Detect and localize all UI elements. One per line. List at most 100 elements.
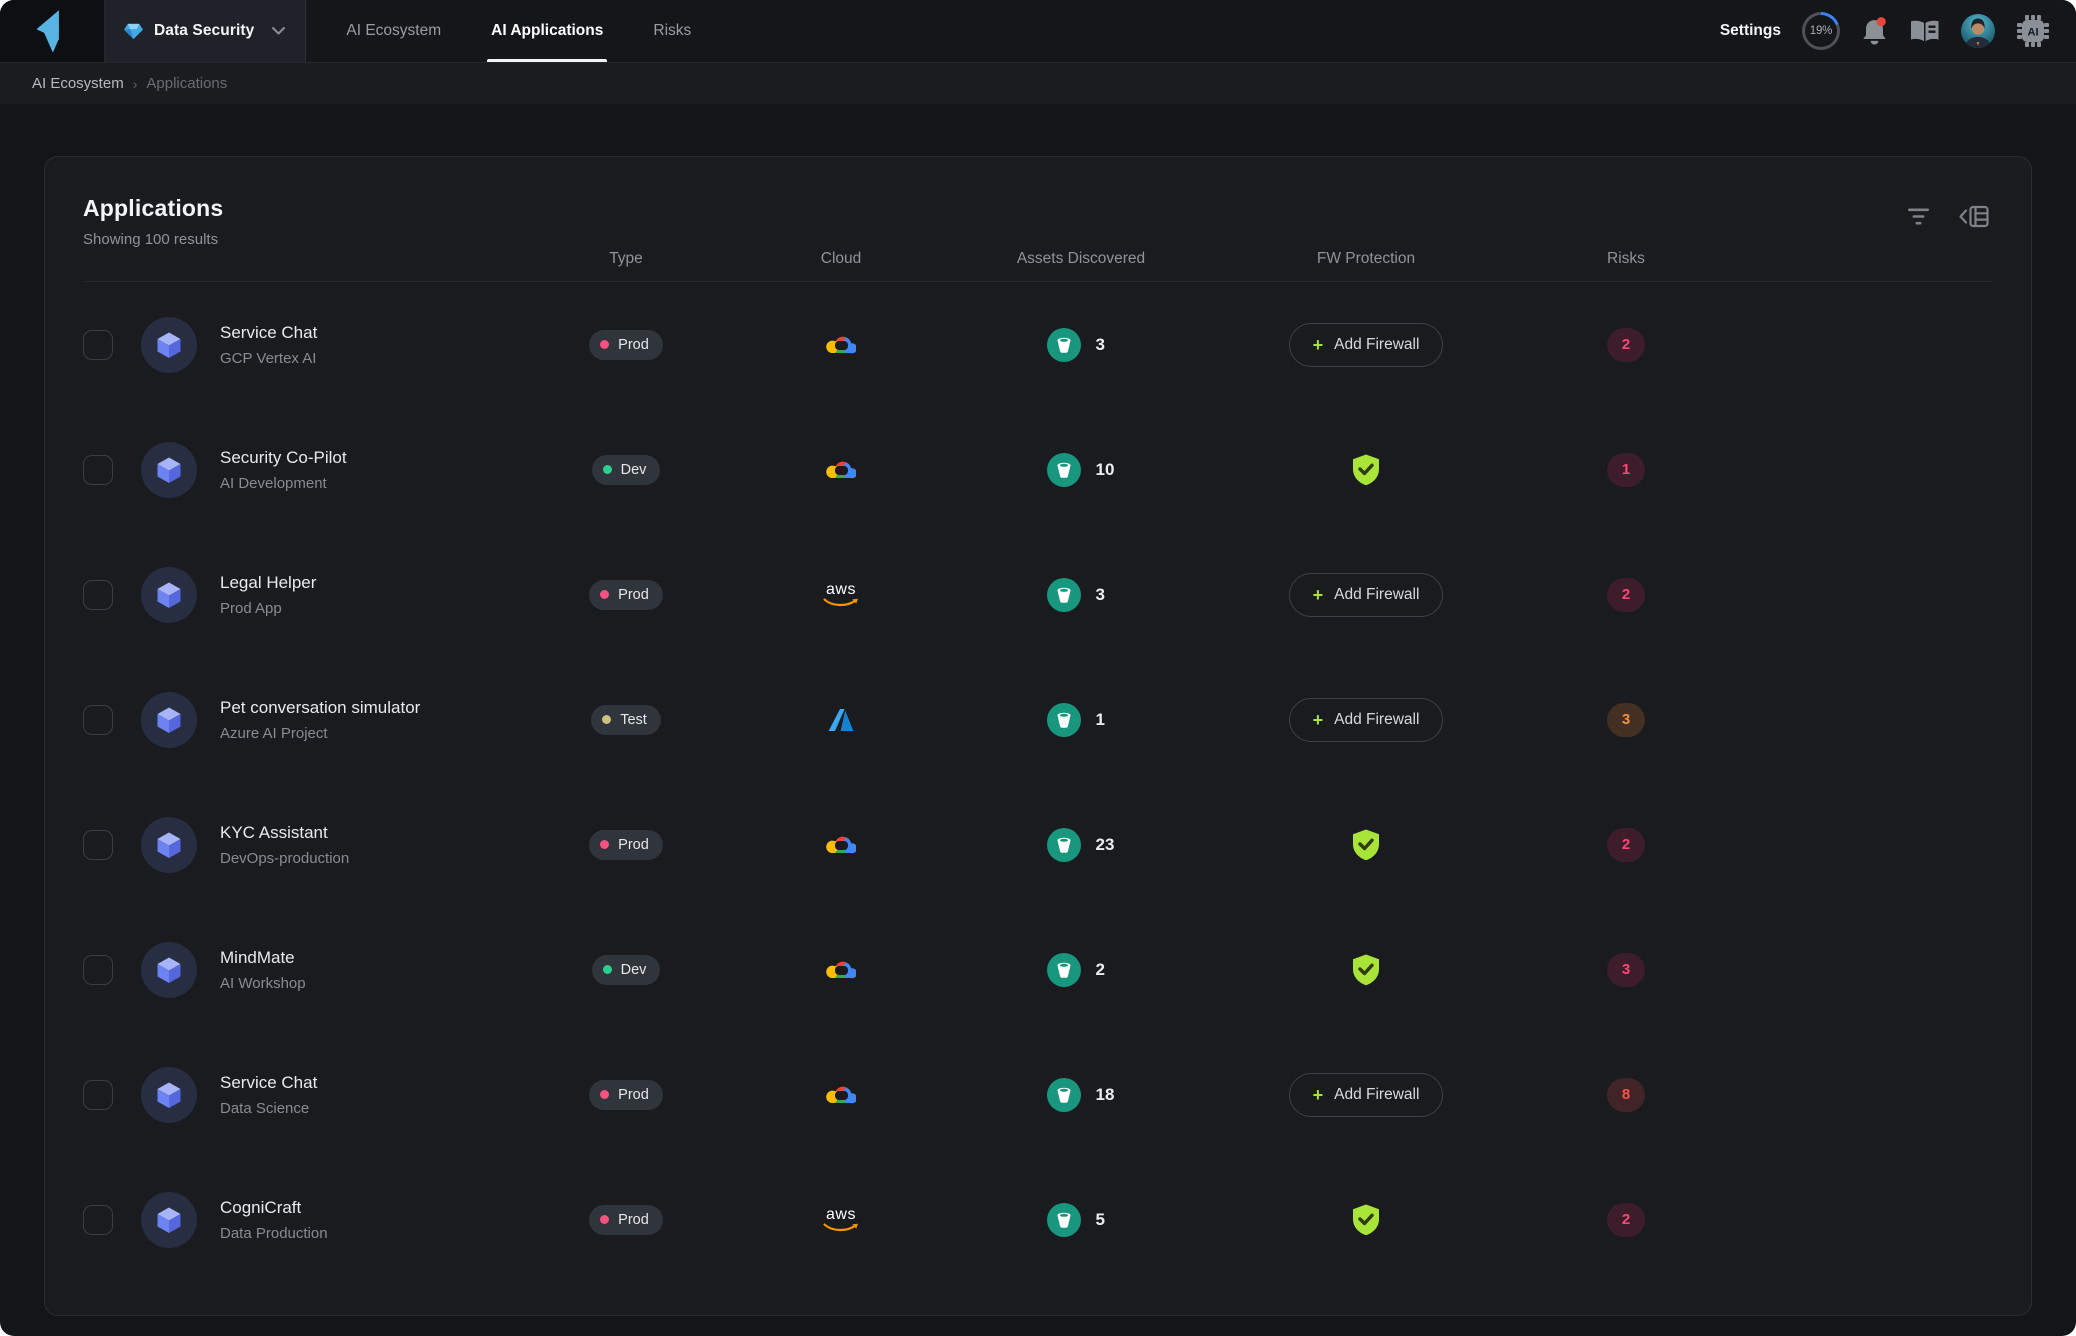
table-row: MindMate AI Workshop Dev — [83, 907, 1993, 1032]
card-header: Applications Showing 100 results — [83, 157, 1993, 248]
risk-count-badge[interactable]: 8 — [1607, 1078, 1645, 1112]
row-checkbox[interactable] — [83, 1080, 113, 1110]
gcp-cloud-icon — [826, 457, 856, 482]
add-firewall-button[interactable]: + Add Firewall — [1289, 1073, 1444, 1117]
shield-check-icon — [1351, 828, 1381, 862]
add-firewall-button[interactable]: + Add Firewall — [1289, 323, 1444, 367]
brand-logo-icon — [33, 8, 71, 54]
column-header-type[interactable]: Type — [511, 250, 741, 268]
breadcrumb-separator: › — [133, 76, 138, 92]
row-checkbox[interactable] — [83, 330, 113, 360]
breadcrumb-applications: Applications — [146, 75, 227, 92]
main-content: Applications Showing 100 results — [0, 104, 2076, 1316]
topbar-right: Settings 19% — [1720, 0, 2076, 62]
type-label: Prod — [618, 337, 649, 353]
app-description: Data Production — [220, 1225, 328, 1242]
risk-count-badge[interactable]: 3 — [1607, 953, 1645, 987]
app-name[interactable]: Service Chat — [220, 1073, 317, 1093]
assets-count: 23 — [1096, 835, 1116, 855]
type-dot-icon — [602, 715, 611, 724]
column-header-cloud[interactable]: Cloud — [741, 250, 941, 268]
type-dot-icon — [600, 1215, 609, 1224]
bucket-icon — [1047, 1078, 1081, 1112]
table-row: KYC Assistant DevOps-production Prod — [83, 782, 1993, 907]
add-firewall-button[interactable]: + Add Firewall — [1289, 573, 1444, 617]
brand-logo-icon[interactable] — [0, 0, 105, 62]
user-avatar[interactable] — [1961, 14, 1995, 48]
risk-count-badge[interactable]: 2 — [1607, 578, 1645, 612]
tab-ai-applications[interactable]: AI Applications — [491, 0, 603, 62]
type-badge: Test — [591, 705, 661, 735]
settings-link[interactable]: Settings — [1720, 22, 1781, 40]
table-row: Security Co-Pilot AI Development Dev — [83, 407, 1993, 532]
column-header-risks[interactable]: Risks — [1511, 250, 1741, 268]
app-window: Data Security AI Ecosystem AI Applicatio… — [0, 0, 2076, 1336]
column-header-assets-discovered[interactable]: Assets Discovered — [941, 250, 1221, 268]
breadcrumb-ai-ecosystem[interactable]: AI Ecosystem — [32, 75, 124, 92]
risk-count-badge[interactable]: 3 — [1607, 703, 1645, 737]
gcp-cloud-icon — [826, 957, 856, 982]
row-checkbox[interactable] — [83, 455, 113, 485]
app-cube-icon — [141, 692, 197, 748]
risk-count-badge[interactable]: 2 — [1607, 1203, 1645, 1237]
row-checkbox[interactable] — [83, 955, 113, 985]
bucket-icon — [1047, 953, 1081, 987]
table-row: CogniCraft Data Production Prod aws — [83, 1157, 1993, 1282]
app-name[interactable]: Service Chat — [220, 323, 317, 343]
risk-count-badge[interactable]: 2 — [1607, 828, 1645, 862]
gcp-cloud-icon — [826, 332, 856, 357]
applications-card: Applications Showing 100 results — [44, 156, 2032, 1316]
bucket-icon — [1047, 703, 1081, 737]
assets-count: 2 — [1096, 960, 1116, 980]
app-cube-icon — [141, 817, 197, 873]
app-name[interactable]: Legal Helper — [220, 573, 316, 593]
type-dot-icon — [600, 590, 609, 599]
app-name[interactable]: KYC Assistant — [220, 823, 349, 843]
app-description: Data Science — [220, 1100, 317, 1117]
module-selector[interactable]: Data Security — [105, 0, 306, 62]
ai-chip-icon[interactable]: AI — [2016, 14, 2050, 48]
app-name[interactable]: CogniCraft — [220, 1198, 328, 1218]
bucket-icon — [1047, 578, 1081, 612]
shield-check-icon — [1351, 953, 1381, 987]
add-firewall-button[interactable]: + Add Firewall — [1289, 698, 1444, 742]
azure-cloud-icon — [828, 708, 854, 732]
app-description: AI Workshop — [220, 975, 306, 992]
docs-book-icon[interactable] — [1909, 18, 1940, 45]
usage-progress-ring[interactable]: 19% — [1802, 12, 1840, 50]
aws-cloud-icon: aws — [823, 1207, 859, 1233]
type-badge: Dev — [592, 455, 661, 485]
type-badge: Prod — [589, 1205, 663, 1235]
type-dot-icon — [603, 465, 612, 474]
column-header-fw-protection[interactable]: FW Protection — [1221, 250, 1511, 268]
notifications-bell-icon[interactable] — [1861, 17, 1888, 46]
table-row: Service Chat GCP Vertex AI Prod — [83, 282, 1993, 407]
row-checkbox[interactable] — [83, 705, 113, 735]
type-dot-icon — [600, 340, 609, 349]
topbar: Data Security AI Ecosystem AI Applicatio… — [0, 0, 2076, 63]
tab-risks[interactable]: Risks — [653, 0, 691, 62]
app-cube-icon — [141, 1067, 197, 1123]
row-checkbox[interactable] — [83, 830, 113, 860]
app-name[interactable]: Security Co-Pilot — [220, 448, 347, 468]
app-description: GCP Vertex AI — [220, 350, 317, 367]
row-checkbox[interactable] — [83, 580, 113, 610]
type-badge: Dev — [592, 955, 661, 985]
risk-count-badge[interactable]: 2 — [1607, 328, 1645, 362]
breadcrumb: AI Ecosystem › Applications — [0, 63, 2076, 104]
app-name[interactable]: Pet conversation simulator — [220, 698, 420, 718]
page-title: Applications — [83, 195, 223, 222]
app-name[interactable]: MindMate — [220, 948, 306, 968]
row-checkbox[interactable] — [83, 1205, 113, 1235]
bucket-icon — [1047, 328, 1081, 362]
filter-icon[interactable] — [1906, 207, 1931, 226]
assets-count: 10 — [1096, 460, 1116, 480]
collapse-table-icon[interactable] — [1959, 205, 1989, 228]
shield-check-icon — [1351, 1203, 1381, 1237]
risk-count-badge[interactable]: 1 — [1607, 453, 1645, 487]
app-description: Prod App — [220, 600, 316, 617]
assets-count: 3 — [1096, 585, 1116, 605]
tab-ai-ecosystem[interactable]: AI Ecosystem — [346, 0, 441, 62]
type-dot-icon — [600, 840, 609, 849]
type-label: Dev — [621, 962, 647, 978]
